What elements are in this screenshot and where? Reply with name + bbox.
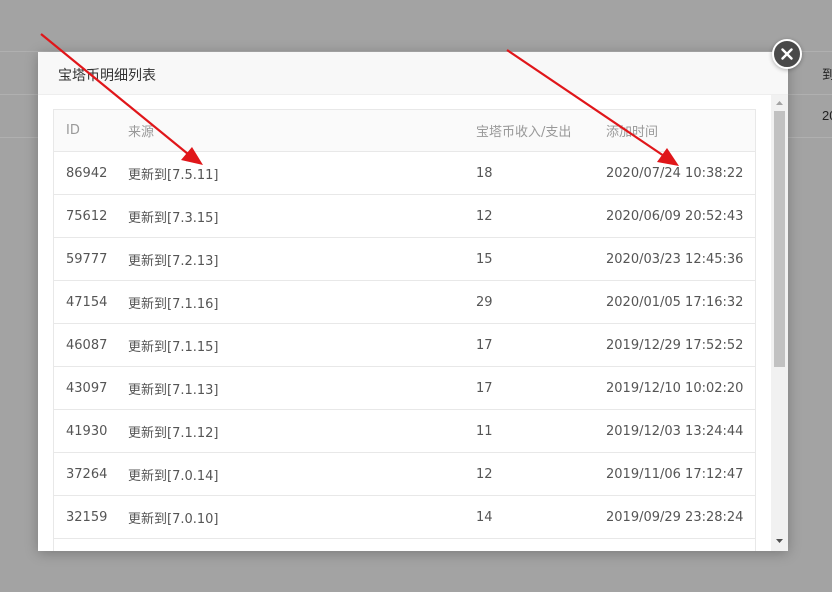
annotation-arrow-line bbox=[506, 49, 665, 157]
annotation-arrowhead bbox=[657, 148, 679, 166]
annotation-arrow-line bbox=[40, 33, 189, 155]
annotation-arrows bbox=[40, 33, 679, 166]
